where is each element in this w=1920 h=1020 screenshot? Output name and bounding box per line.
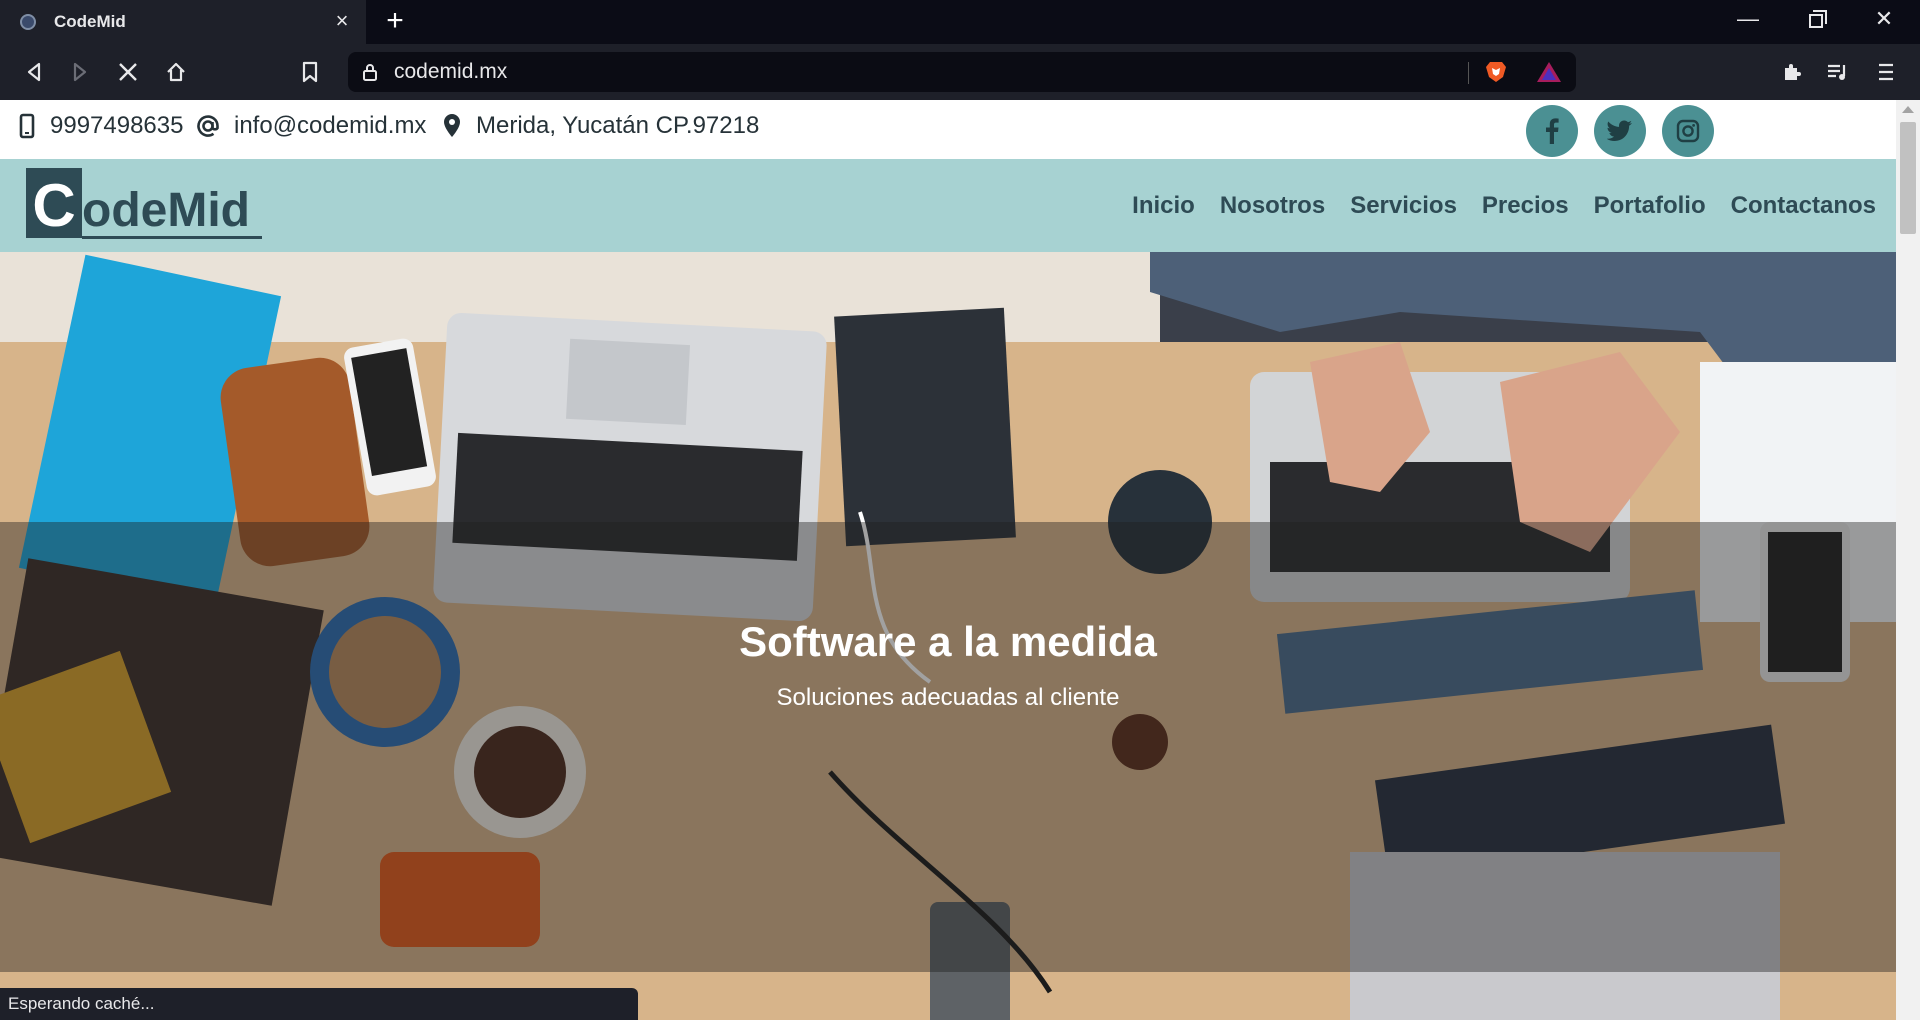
back-icon	[27, 62, 41, 82]
nav-servicios[interactable]: Servicios	[1350, 192, 1457, 220]
svg-text:C: C	[32, 172, 75, 239]
address-text: Merida, Yucatán CP.97218	[476, 112, 760, 139]
brave-rewards-icon[interactable]	[1536, 61, 1562, 83]
page-scrollbar[interactable]	[1896, 100, 1920, 1020]
hero-title: Software a la medida	[739, 618, 1157, 665]
nav-inicio[interactable]: Inicio	[1132, 192, 1195, 220]
tab-close-icon[interactable]: ×	[330, 10, 354, 32]
tab-title: CodeMid	[54, 12, 126, 31]
browser-tab-active[interactable]: CodeMid ×	[0, 0, 366, 44]
browser-status-bar: Esperando caché...	[0, 988, 638, 1020]
contact-address: Merida, Yucatán CP.97218	[442, 112, 759, 140]
browser-toolbar: codemid.mx	[0, 44, 1920, 100]
hero-carousel: Software a la medida Soluciones adecuada…	[0, 252, 1896, 1020]
address-bar[interactable]: codemid.mx	[348, 52, 1576, 92]
contact-phone[interactable]: 9997498635	[18, 112, 183, 140]
url-text: codemid.mx	[394, 60, 508, 83]
nav-portafolio[interactable]: Portafolio	[1594, 192, 1706, 220]
at-sign-icon	[197, 115, 219, 137]
hero-caption-overlay	[0, 522, 1896, 972]
forward-icon	[73, 62, 87, 82]
contact-email[interactable]: info@codemid.mx	[196, 112, 426, 140]
codemid-logo[interactable]: C odeMid	[26, 168, 262, 240]
site-favicon-icon	[20, 14, 36, 30]
stop-icon	[119, 63, 137, 81]
media-playlist-button[interactable]	[1822, 56, 1854, 88]
twitter-icon	[1607, 120, 1632, 141]
instagram-icon	[1676, 119, 1700, 143]
main-navbar: C odeMid Inicio Nosotros Servicios Preci…	[0, 159, 1896, 252]
browser-tabstrip: CodeMid × + — ✕	[0, 0, 1920, 44]
logo-text: odeMid	[82, 184, 250, 237]
phone-icon	[19, 113, 35, 139]
contact-topbar: 9997498635 info@codemid.mx Merida, Yucat…	[0, 100, 1896, 159]
location-pin-icon	[444, 114, 460, 137]
forward-button[interactable]	[64, 56, 96, 88]
scroll-up-arrow-icon[interactable]	[1902, 106, 1914, 113]
puzzle-icon	[1785, 64, 1801, 80]
nav-contactanos[interactable]: Contactanos	[1731, 192, 1876, 220]
facebook-button[interactable]	[1526, 105, 1578, 157]
window-minimize-button[interactable]: —	[1728, 6, 1768, 32]
email-text: info@codemid.mx	[234, 112, 427, 139]
stop-loading-button[interactable]	[112, 56, 144, 88]
new-tab-button[interactable]: +	[380, 6, 410, 36]
hero-subtitle: Soluciones adecuadas al cliente	[776, 684, 1120, 711]
home-icon	[167, 62, 185, 82]
nav-nosotros[interactable]: Nosotros	[1220, 192, 1325, 220]
twitter-button[interactable]	[1594, 105, 1646, 157]
address-bar-divider	[1468, 62, 1469, 84]
restore-icon	[1809, 10, 1827, 28]
extensions-button[interactable]	[1776, 56, 1808, 88]
playlist-icon	[1828, 64, 1846, 80]
bookmark-icon	[302, 61, 318, 83]
facebook-icon	[1546, 118, 1559, 144]
instagram-button[interactable]	[1662, 105, 1714, 157]
page-viewport: 9997498635 info@codemid.mx Merida, Yucat…	[0, 100, 1896, 1020]
primary-nav: Inicio Nosotros Servicios Precios Portaf…	[1107, 159, 1876, 252]
home-button[interactable]	[160, 56, 192, 88]
window-close-button[interactable]: ✕	[1864, 6, 1904, 32]
bookmark-button[interactable]	[294, 56, 326, 88]
hamburger-menu-icon	[1879, 63, 1893, 81]
window-restore-button[interactable]	[1796, 6, 1836, 34]
back-button[interactable]	[18, 56, 50, 88]
nav-precios[interactable]: Precios	[1482, 192, 1569, 220]
menu-button[interactable]	[1870, 56, 1902, 88]
scrollbar-thumb[interactable]	[1900, 122, 1916, 234]
phone-text: 9997498635	[50, 112, 184, 139]
lock-icon	[363, 64, 377, 81]
brave-shields-icon[interactable]	[1484, 60, 1508, 84]
